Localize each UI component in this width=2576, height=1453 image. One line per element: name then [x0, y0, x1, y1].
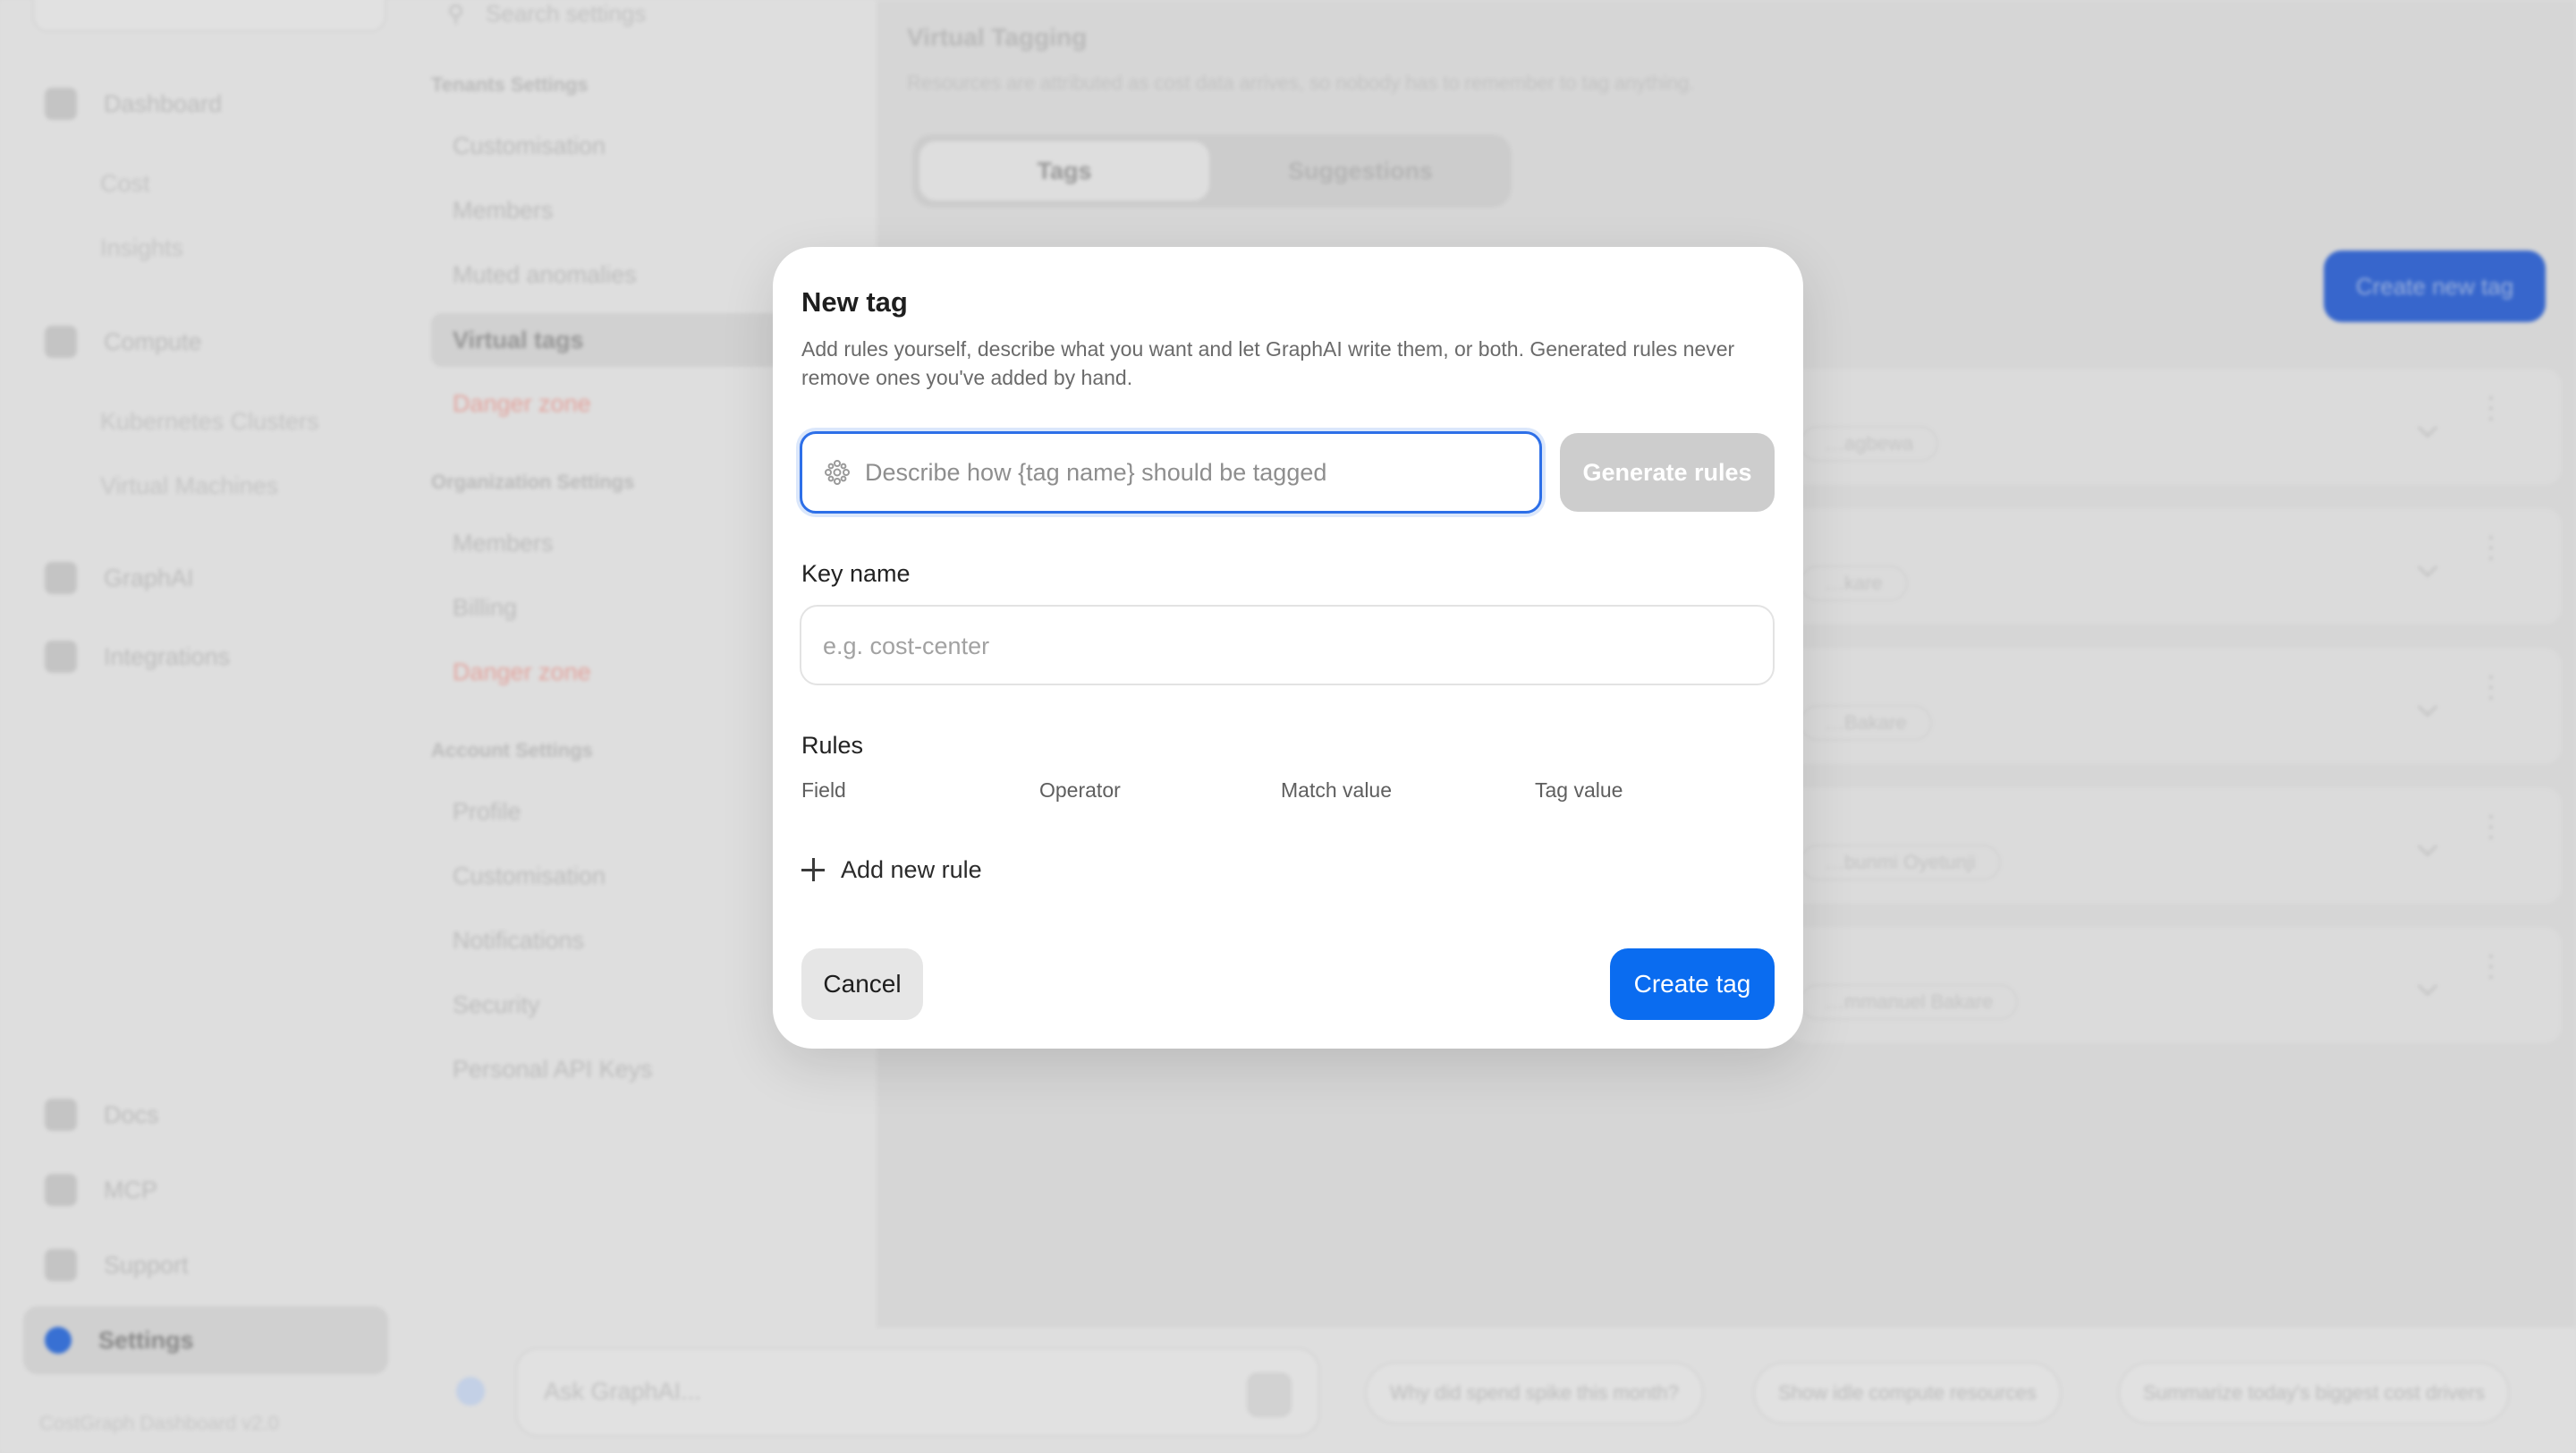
add-new-rule-label: Add new rule	[841, 855, 982, 883]
generate-rules-button[interactable]: Generate rules	[1560, 433, 1775, 512]
rules-column-match-value: Match value	[1281, 778, 1393, 802]
rules-label: Rules	[801, 732, 864, 759]
rules-column-operator: Operator	[1039, 778, 1121, 802]
plus-icon	[801, 858, 825, 881]
new-tag-dialog: New tag Add rules yourself, describe wha…	[773, 247, 1803, 1049]
sparkle-icon	[825, 460, 850, 485]
key-name-input[interactable]	[823, 626, 1717, 666]
rules-column-field: Field	[801, 778, 846, 802]
dialog-description: Add rules yourself, describe what you wa…	[801, 337, 1735, 389]
add-new-rule-button[interactable]: Add new rule	[801, 852, 982, 888]
ai-prompt-input[interactable]	[865, 452, 1527, 493]
ai-prompt-field[interactable]	[800, 431, 1542, 514]
dialog-title: New tag	[801, 286, 908, 318]
key-name-label: Key name	[801, 560, 911, 587]
rules-column-tag-value: Tag value	[1535, 778, 1623, 802]
create-tag-button[interactable]: Create tag	[1610, 948, 1775, 1020]
key-name-field[interactable]	[800, 605, 1775, 685]
cancel-button[interactable]: Cancel	[801, 948, 923, 1020]
